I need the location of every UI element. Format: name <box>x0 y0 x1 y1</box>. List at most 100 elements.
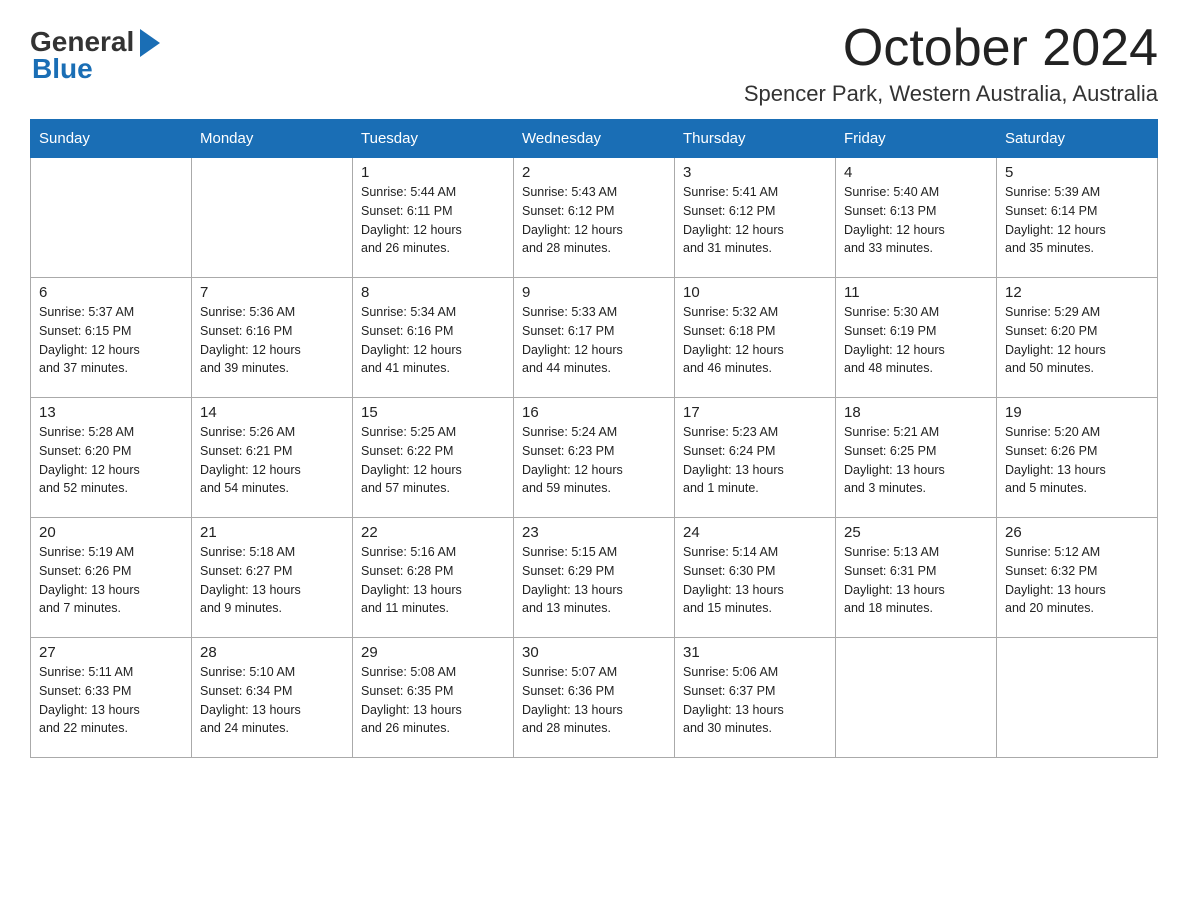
day-number: 18 <box>844 404 988 421</box>
calendar-header-thursday: Thursday <box>675 120 836 158</box>
day-number: 5 <box>1005 164 1149 181</box>
day-number: 10 <box>683 284 827 301</box>
day-info: Sunrise: 5:19 AM Sunset: 6:26 PM Dayligh… <box>39 543 183 618</box>
calendar-cell: 29 Sunrise: 5:08 AM Sunset: 6:35 PM Dayli… <box>353 638 514 758</box>
calendar-cell: 9 Sunrise: 5:33 AM Sunset: 6:17 PM Daylig… <box>514 278 675 398</box>
calendar-cell: 10 Sunrise: 5:32 AM Sunset: 6:18 PM Dayli… <box>675 278 836 398</box>
calendar-cell <box>997 638 1158 758</box>
day-number: 28 <box>200 644 344 661</box>
calendar-header-row: SundayMondayTuesdayWednesdayThursdayFrid… <box>31 120 1158 158</box>
calendar-cell: 21 Sunrise: 5:18 AM Sunset: 6:27 PM Dayli… <box>192 518 353 638</box>
calendar-header-saturday: Saturday <box>997 120 1158 158</box>
day-number: 9 <box>522 284 666 301</box>
day-number: 20 <box>39 524 183 541</box>
day-info: Sunrise: 5:20 AM Sunset: 6:26 PM Dayligh… <box>1005 423 1149 498</box>
calendar-cell: 5 Sunrise: 5:39 AM Sunset: 6:14 PM Daylig… <box>997 158 1158 278</box>
calendar-header-monday: Monday <box>192 120 353 158</box>
day-info: Sunrise: 5:43 AM Sunset: 6:12 PM Dayligh… <box>522 183 666 258</box>
day-info: Sunrise: 5:24 AM Sunset: 6:23 PM Dayligh… <box>522 423 666 498</box>
calendar-cell: 30 Sunrise: 5:07 AM Sunset: 6:36 PM Dayli… <box>514 638 675 758</box>
day-number: 22 <box>361 524 505 541</box>
day-number: 25 <box>844 524 988 541</box>
day-info: Sunrise: 5:28 AM Sunset: 6:20 PM Dayligh… <box>39 423 183 498</box>
day-info: Sunrise: 5:06 AM Sunset: 6:37 PM Dayligh… <box>683 663 827 738</box>
day-info: Sunrise: 5:26 AM Sunset: 6:21 PM Dayligh… <box>200 423 344 498</box>
day-number: 1 <box>361 164 505 181</box>
day-info: Sunrise: 5:44 AM Sunset: 6:11 PM Dayligh… <box>361 183 505 258</box>
calendar-table: SundayMondayTuesdayWednesdayThursdayFrid… <box>30 119 1158 758</box>
day-number: 19 <box>1005 404 1149 421</box>
day-number: 3 <box>683 164 827 181</box>
day-info: Sunrise: 5:08 AM Sunset: 6:35 PM Dayligh… <box>361 663 505 738</box>
day-number: 8 <box>361 284 505 301</box>
day-info: Sunrise: 5:37 AM Sunset: 6:15 PM Dayligh… <box>39 303 183 378</box>
day-number: 15 <box>361 404 505 421</box>
day-info: Sunrise: 5:18 AM Sunset: 6:27 PM Dayligh… <box>200 543 344 618</box>
day-number: 31 <box>683 644 827 661</box>
day-info: Sunrise: 5:23 AM Sunset: 6:24 PM Dayligh… <box>683 423 827 498</box>
day-info: Sunrise: 5:12 AM Sunset: 6:32 PM Dayligh… <box>1005 543 1149 618</box>
calendar-cell: 11 Sunrise: 5:30 AM Sunset: 6:19 PM Dayli… <box>836 278 997 398</box>
day-info: Sunrise: 5:15 AM Sunset: 6:29 PM Dayligh… <box>522 543 666 618</box>
calendar-cell: 15 Sunrise: 5:25 AM Sunset: 6:22 PM Dayli… <box>353 398 514 518</box>
calendar-header-tuesday: Tuesday <box>353 120 514 158</box>
day-info: Sunrise: 5:34 AM Sunset: 6:16 PM Dayligh… <box>361 303 505 378</box>
calendar-week-5: 27 Sunrise: 5:11 AM Sunset: 6:33 PM Dayli… <box>31 638 1158 758</box>
calendar-cell: 7Sunrise: 5:36 AM Sunset: 6:16 PM Daylig… <box>192 278 353 398</box>
day-number: 26 <box>1005 524 1149 541</box>
calendar-cell: 22 Sunrise: 5:16 AM Sunset: 6:28 PM Dayli… <box>353 518 514 638</box>
calendar-cell: 2Sunrise: 5:43 AM Sunset: 6:12 PM Daylig… <box>514 158 675 278</box>
day-info: Sunrise: 5:36 AM Sunset: 6:16 PM Dayligh… <box>200 303 344 378</box>
calendar-cell: 20 Sunrise: 5:19 AM Sunset: 6:26 PM Dayli… <box>31 518 192 638</box>
day-info: Sunrise: 5:40 AM Sunset: 6:13 PM Dayligh… <box>844 183 988 258</box>
day-number: 6 <box>39 284 183 301</box>
day-number: 21 <box>200 524 344 541</box>
calendar-cell: 6 Sunrise: 5:37 AM Sunset: 6:15 PM Daylig… <box>31 278 192 398</box>
day-number: 24 <box>683 524 827 541</box>
day-info: Sunrise: 5:10 AM Sunset: 6:34 PM Dayligh… <box>200 663 344 738</box>
location-title: Spencer Park, Western Australia, Austral… <box>744 81 1158 107</box>
page-header: General Blue October 2024 Spencer Park, … <box>30 20 1158 107</box>
day-number: 29 <box>361 644 505 661</box>
calendar-cell: 16 Sunrise: 5:24 AM Sunset: 6:23 PM Dayli… <box>514 398 675 518</box>
calendar-cell <box>192 158 353 278</box>
calendar-cell: 25 Sunrise: 5:13 AM Sunset: 6:31 PM Dayli… <box>836 518 997 638</box>
day-info: Sunrise: 5:16 AM Sunset: 6:28 PM Dayligh… <box>361 543 505 618</box>
day-number: 16 <box>522 404 666 421</box>
calendar-cell: 18Sunrise: 5:21 AM Sunset: 6:25 PM Dayli… <box>836 398 997 518</box>
day-number: 30 <box>522 644 666 661</box>
day-number: 14 <box>200 404 344 421</box>
day-info: Sunrise: 5:41 AM Sunset: 6:12 PM Dayligh… <box>683 183 827 258</box>
calendar-cell: 28 Sunrise: 5:10 AM Sunset: 6:34 PM Dayli… <box>192 638 353 758</box>
day-info: Sunrise: 5:25 AM Sunset: 6:22 PM Dayligh… <box>361 423 505 498</box>
day-info: Sunrise: 5:07 AM Sunset: 6:36 PM Dayligh… <box>522 663 666 738</box>
day-number: 11 <box>844 284 988 301</box>
day-info: Sunrise: 5:39 AM Sunset: 6:14 PM Dayligh… <box>1005 183 1149 258</box>
calendar-week-4: 20 Sunrise: 5:19 AM Sunset: 6:26 PM Dayli… <box>31 518 1158 638</box>
day-number: 4 <box>844 164 988 181</box>
calendar-cell: 17 Sunrise: 5:23 AM Sunset: 6:24 PM Dayli… <box>675 398 836 518</box>
logo-blue: Blue <box>32 53 93 85</box>
day-number: 23 <box>522 524 666 541</box>
calendar-week-3: 13Sunrise: 5:28 AM Sunset: 6:20 PM Dayli… <box>31 398 1158 518</box>
day-info: Sunrise: 5:30 AM Sunset: 6:19 PM Dayligh… <box>844 303 988 378</box>
month-title: October 2024 <box>744 20 1158 77</box>
calendar-cell: 1 Sunrise: 5:44 AM Sunset: 6:11 PM Daylig… <box>353 158 514 278</box>
calendar-cell: 3 Sunrise: 5:41 AM Sunset: 6:12 PM Daylig… <box>675 158 836 278</box>
calendar-cell: 23 Sunrise: 5:15 AM Sunset: 6:29 PM Dayli… <box>514 518 675 638</box>
calendar-cell <box>836 638 997 758</box>
calendar-week-1: 1 Sunrise: 5:44 AM Sunset: 6:11 PM Daylig… <box>31 158 1158 278</box>
day-info: Sunrise: 5:32 AM Sunset: 6:18 PM Dayligh… <box>683 303 827 378</box>
calendar-cell: 13Sunrise: 5:28 AM Sunset: 6:20 PM Dayli… <box>31 398 192 518</box>
day-number: 12 <box>1005 284 1149 301</box>
day-number: 27 <box>39 644 183 661</box>
calendar-week-2: 6 Sunrise: 5:37 AM Sunset: 6:15 PM Daylig… <box>31 278 1158 398</box>
calendar-cell: 4 Sunrise: 5:40 AM Sunset: 6:13 PM Daylig… <box>836 158 997 278</box>
calendar-cell: 31 Sunrise: 5:06 AM Sunset: 6:37 PM Dayli… <box>675 638 836 758</box>
day-number: 17 <box>683 404 827 421</box>
calendar-cell: 12Sunrise: 5:29 AM Sunset: 6:20 PM Dayli… <box>997 278 1158 398</box>
day-info: Sunrise: 5:33 AM Sunset: 6:17 PM Dayligh… <box>522 303 666 378</box>
day-info: Sunrise: 5:11 AM Sunset: 6:33 PM Dayligh… <box>39 663 183 738</box>
day-info: Sunrise: 5:13 AM Sunset: 6:31 PM Dayligh… <box>844 543 988 618</box>
calendar-cell: 27 Sunrise: 5:11 AM Sunset: 6:33 PM Dayli… <box>31 638 192 758</box>
